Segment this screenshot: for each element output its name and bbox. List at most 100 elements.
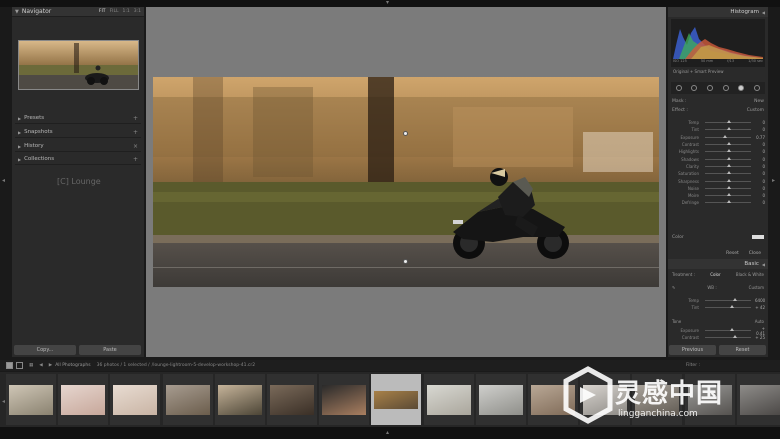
slider-thumb[interactable] [727,163,732,167]
slider-thumb[interactable] [727,127,732,131]
slider-track[interactable] [705,298,751,302]
slider-value[interactable]: + 0.41 [755,326,765,336]
slider-value[interactable]: 0 [755,179,765,184]
image-canvas[interactable] [146,7,666,357]
slider-track[interactable] [705,142,751,146]
back-arrow-icon[interactable]: ◀ [39,363,42,368]
slider-track[interactable] [705,149,751,153]
slider-value[interactable]: 0 [755,200,765,205]
treatment-bw[interactable]: Black & White [736,272,764,277]
wb-dropdown[interactable]: Custom [749,285,764,290]
filmstrip-thumbnail[interactable] [475,374,526,425]
main-photo[interactable] [153,77,659,287]
effect-dropdown[interactable]: Custom [747,108,764,113]
bottom-panel-toggle-icon[interactable]: ▴ [386,430,389,436]
collections-panel[interactable]: ▶ Collections + [15,154,141,165]
slider-track[interactable] [705,185,751,189]
zoom-3-1[interactable]: 3:1 [134,9,141,14]
slider-track[interactable] [705,171,751,175]
slider-track[interactable] [705,193,751,197]
filmstrip-thumbnail[interactable] [6,374,56,425]
add-snapshot-icon[interactable]: + [133,129,138,136]
slider-thumb[interactable] [727,171,732,175]
slider-value[interactable]: 0 [755,142,765,147]
slider-track[interactable] [705,127,751,131]
slider-value[interactable]: 0 [755,164,765,169]
slider-track[interactable] [705,178,751,182]
filmstrip-scroll-left-icon[interactable]: ◂ [2,398,5,405]
forward-arrow-icon[interactable]: ▶ [49,363,52,368]
spot-removal-tool-icon[interactable] [691,85,698,91]
filmstrip-thumbnail[interactable] [319,374,370,425]
crop-tool-icon[interactable] [675,85,682,91]
slider-value[interactable]: 0 [755,157,765,162]
slider-track[interactable] [705,335,751,339]
filmstrip-thumbnail[interactable] [371,374,422,425]
slider-track[interactable] [705,328,751,332]
slider-thumb[interactable] [727,120,732,124]
slider-value[interactable]: 0.77 [755,135,765,140]
zoom-1-1[interactable]: 1:1 [123,9,130,14]
slider-track[interactable] [705,163,751,167]
mask-new-button[interactable]: New [754,99,764,104]
slider-value[interactable]: 0 [755,193,765,198]
copy-button[interactable]: Copy... [14,345,76,355]
basic-header[interactable]: Basic ◀ [668,259,768,269]
slider-thumb[interactable] [723,134,728,138]
second-window-icon[interactable] [16,362,23,369]
slider-value[interactable]: + 25 [755,335,765,340]
slider-value[interactable]: 0 [755,127,765,132]
filmstrip-thumbnail[interactable] [162,374,213,425]
collapse-triangle-icon[interactable]: ◀ [762,262,765,267]
right-panel-toggle-icon[interactable]: ▸ [772,177,775,184]
slider-value[interactable]: 0 [755,120,765,125]
navigator-header[interactable]: ▼ Navigator FIT FILL 1:1 3:1 [12,7,144,17]
bottom-panel-bar[interactable]: ▴ [0,427,780,439]
previous-button[interactable]: Previous [669,345,716,355]
radial-filter-pin-top[interactable] [403,131,408,136]
slider-track[interactable] [705,156,751,160]
slider-thumb[interactable] [727,200,732,204]
slider-thumb[interactable] [730,305,735,309]
slider-thumb[interactable] [727,178,732,182]
top-panel-bar[interactable]: ▾ [0,0,780,7]
slider-value[interactable]: 0 [755,171,765,176]
filmstrip-thumbnail[interactable] [423,374,474,425]
filmstrip-thumbnail[interactable] [214,374,265,425]
adjustment-brush-tool-icon[interactable] [754,85,761,91]
slider-value[interactable]: 0 [755,149,765,154]
radial-filter-tool-icon[interactable] [738,85,745,91]
collapse-triangle-icon[interactable]: ▼ [15,9,19,15]
source-label[interactable]: All Photographs [55,363,90,368]
slider-value[interactable]: 6400 [755,298,765,303]
slider-thumb[interactable] [727,149,732,153]
slider-track[interactable] [705,120,751,124]
grid-icon[interactable]: ▦ [29,363,33,368]
top-panel-toggle-icon[interactable]: ▾ [386,0,389,6]
add-preset-icon[interactable]: + [133,115,138,122]
slider-value[interactable]: 0 [755,186,765,191]
slider-thumb[interactable] [730,328,735,332]
zoom-fit[interactable]: FIT [99,9,106,14]
left-panel-toggle-icon[interactable]: ◂ [2,177,5,184]
slider-value[interactable]: + 42 [755,305,765,310]
filmstrip-thumbnail[interactable] [110,374,161,425]
collapse-triangle-icon[interactable]: ◀ [762,10,765,15]
graduated-filter-tool-icon[interactable] [722,85,729,91]
red-eye-tool-icon[interactable] [707,85,714,91]
snapshots-panel[interactable]: ▶ Snapshots + [15,127,141,138]
slider-thumb[interactable] [727,193,732,197]
presets-panel[interactable]: ▶ Presets + [15,113,141,124]
slider-track[interactable] [705,134,751,138]
slider-thumb[interactable] [732,298,737,302]
radial-filter-pin-bottom[interactable] [403,259,408,264]
slider-thumb[interactable] [727,156,732,160]
color-swatch[interactable] [752,235,764,239]
reset-button[interactable]: Reset [719,345,766,355]
slider-track[interactable] [705,305,751,309]
filter-reset-button[interactable]: Reset [726,251,739,256]
slider-thumb[interactable] [732,335,737,339]
paste-button[interactable]: Paste [79,345,141,355]
main-window-icon[interactable] [6,362,13,369]
history-panel[interactable]: ▶ History × [15,141,141,152]
